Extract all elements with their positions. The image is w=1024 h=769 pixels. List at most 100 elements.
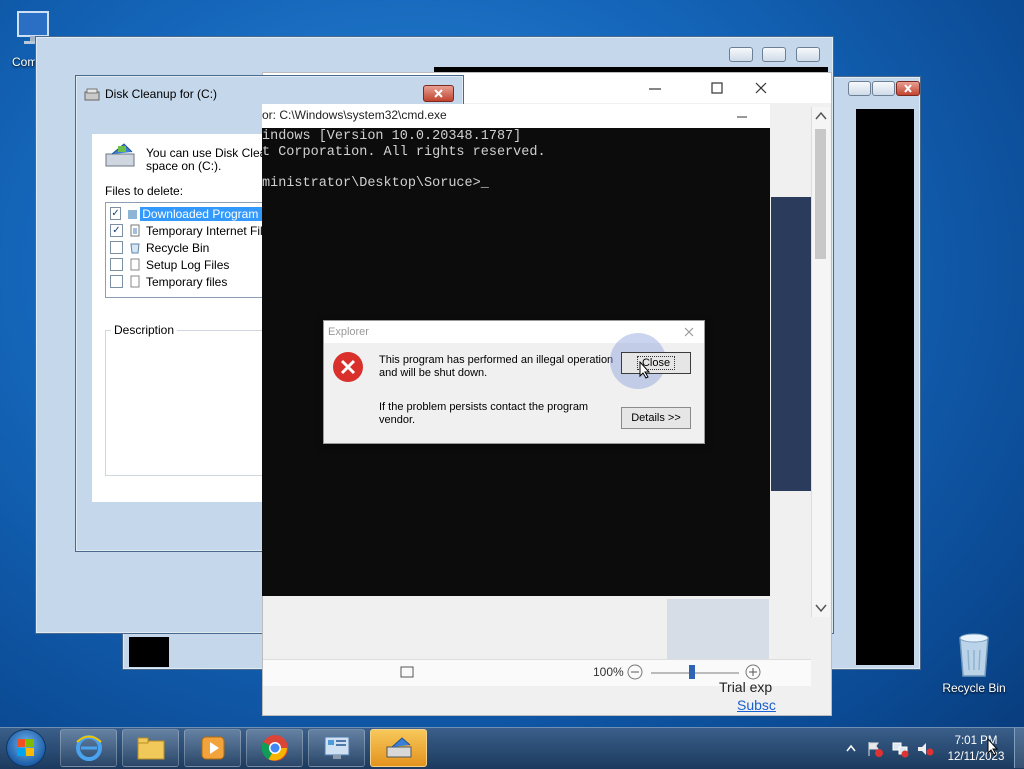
taskbar-internet-explorer[interactable] bbox=[60, 729, 117, 767]
checkbox-unchecked[interactable] bbox=[110, 275, 123, 288]
zoom-slider-handle[interactable] bbox=[689, 665, 695, 679]
network-icon[interactable] bbox=[891, 740, 909, 758]
close-icon[interactable] bbox=[682, 325, 696, 339]
maximize-button[interactable] bbox=[705, 79, 729, 97]
content-pane-dark bbox=[856, 109, 914, 665]
minimize-button[interactable] bbox=[729, 47, 753, 62]
disk-cleanup-icon bbox=[386, 737, 411, 758]
cmd-line: t Corporation. All rights reserved. bbox=[262, 145, 546, 160]
list-item-label: Setup Log Files bbox=[146, 257, 230, 272]
viewer-page-area bbox=[771, 197, 811, 491]
zoom-level: 100% bbox=[593, 665, 624, 679]
control-panel-icon bbox=[324, 736, 349, 759]
scroll-down-icon bbox=[815, 604, 827, 613]
checkbox-unchecked[interactable] bbox=[110, 241, 123, 254]
blank-file-icon bbox=[130, 258, 140, 271]
checkbox-checked[interactable]: ✓ bbox=[110, 207, 122, 220]
minimize-button[interactable] bbox=[848, 81, 871, 96]
recycle-bin-icon bbox=[130, 243, 140, 254]
taskbar-disk-cleanup-active[interactable] bbox=[370, 729, 427, 767]
window-title: Disk Cleanup for (C:) bbox=[105, 87, 218, 101]
maximize-icon bbox=[711, 82, 723, 94]
close-button[interactable] bbox=[423, 85, 454, 102]
list-item[interactable]: Setup Log Files bbox=[106, 256, 283, 273]
error-message-line-1: This program has performed an illegal op… bbox=[379, 354, 614, 366]
cmd-prompt[interactable]: ministrator\Desktop\Soruce>_ bbox=[262, 176, 489, 192]
mouse-cursor-icon bbox=[639, 361, 651, 379]
error-hint-line-1: If the problem persists contact the prog… bbox=[379, 401, 589, 413]
list-item[interactable]: ✓ Downloaded Program File bbox=[106, 205, 283, 222]
blank-file-icon bbox=[130, 275, 140, 288]
close-icon bbox=[434, 89, 443, 98]
clock[interactable]: 7:01 PM 12/11/2023 bbox=[940, 733, 1012, 765]
action-center-icon[interactable] bbox=[866, 740, 884, 758]
document-icon bbox=[130, 224, 140, 237]
maximize-button[interactable] bbox=[872, 81, 895, 96]
close-icon bbox=[904, 84, 912, 93]
minimize-button[interactable] bbox=[732, 108, 752, 124]
description-group bbox=[105, 330, 283, 476]
close-button[interactable] bbox=[749, 79, 773, 97]
tab-content: You can use Disk Cleanu space on (C:). F… bbox=[92, 134, 284, 502]
error-icon bbox=[333, 352, 363, 382]
minimize-button[interactable] bbox=[643, 79, 667, 97]
dialog-title: Explorer bbox=[328, 326, 369, 338]
volume-muted-icon[interactable] bbox=[916, 740, 934, 758]
start-button[interactable] bbox=[6, 729, 46, 767]
cmd-title: or: C:\Windows\system32\cmd.exe bbox=[262, 108, 447, 122]
taskbar-control-panel[interactable] bbox=[308, 729, 365, 767]
scrollbar-thumb[interactable] bbox=[815, 129, 826, 259]
list-item[interactable]: ✓ Temporary Internet Files bbox=[106, 222, 283, 239]
list-item-label: Temporary Internet Files bbox=[146, 223, 276, 238]
zoom-in-icon[interactable] bbox=[745, 664, 761, 680]
cursor: _ bbox=[480, 176, 489, 191]
minimize-icon bbox=[737, 116, 747, 118]
mouse-cursor-icon bbox=[987, 738, 999, 756]
intro-line-1: You can use Disk Cleanu bbox=[146, 146, 280, 160]
clock-date: 12/11/2023 bbox=[947, 751, 1005, 763]
taskbar-media-player[interactable] bbox=[184, 729, 241, 767]
clock-time: 7:01 PM bbox=[954, 735, 998, 747]
close-button[interactable]: Close bbox=[621, 352, 691, 374]
viewer-side-panel bbox=[667, 599, 769, 659]
desktop-icon-recycle-bin[interactable]: Recycle Bin bbox=[938, 630, 1010, 695]
list-item[interactable]: Temporary files bbox=[106, 273, 283, 290]
intro-line-2: space on (C:). bbox=[146, 159, 222, 173]
taskbar-file-explorer[interactable] bbox=[122, 729, 179, 767]
internet-explorer-icon bbox=[75, 735, 102, 761]
error-hint-line-2: vendor. bbox=[379, 414, 416, 426]
details-button[interactable]: Details >> bbox=[621, 407, 691, 429]
error-message-line-2: and will be shut down. bbox=[379, 367, 488, 379]
subscribe-link[interactable]: Subsc bbox=[737, 697, 776, 713]
disk-cleanup-icon bbox=[84, 88, 100, 101]
page-view-icon[interactable] bbox=[400, 666, 414, 678]
trial-expiration-text: Trial exp bbox=[719, 679, 773, 695]
zoom-slider[interactable] bbox=[651, 672, 739, 674]
folder-icon bbox=[128, 210, 138, 219]
zoom-out-icon[interactable] bbox=[627, 664, 643, 680]
desktop-icon-label: Recycle Bin bbox=[942, 681, 1006, 695]
list-item[interactable]: Recycle Bin bbox=[106, 239, 283, 256]
checkbox-unchecked[interactable] bbox=[110, 258, 123, 271]
list-item-label: Temporary files bbox=[146, 274, 228, 289]
show-desktop-button[interactable] bbox=[1014, 728, 1024, 768]
error-dialog[interactable]: Explorer This program has performed an i… bbox=[323, 320, 705, 444]
close-icon bbox=[755, 82, 767, 94]
vertical-scrollbar[interactable] bbox=[811, 107, 830, 617]
cmd-titlebar: or: C:\Windows\system32\cmd.exe bbox=[262, 104, 770, 128]
windows-logo-icon bbox=[17, 739, 34, 756]
show-hidden-icons-icon[interactable] bbox=[846, 744, 856, 752]
disk-cleanup-large-icon bbox=[105, 143, 135, 167]
taskbar-chrome[interactable] bbox=[246, 729, 303, 767]
description-label: Description bbox=[111, 323, 178, 337]
close-button[interactable] bbox=[796, 47, 820, 62]
maximize-button[interactable] bbox=[762, 47, 786, 62]
list-item-label: Recycle Bin bbox=[146, 240, 210, 255]
files-to-delete-label: Files to delete: bbox=[105, 184, 184, 198]
close-button[interactable] bbox=[896, 81, 920, 96]
recycle-bin-icon bbox=[959, 633, 989, 677]
files-list[interactable]: ✓ Downloaded Program File ✓ Temporary In… bbox=[105, 202, 284, 298]
cmd-line: indows [Version 10.0.20348.1787] bbox=[262, 129, 522, 144]
scroll-up-icon bbox=[815, 111, 827, 120]
checkbox-checked[interactable]: ✓ bbox=[110, 224, 123, 237]
